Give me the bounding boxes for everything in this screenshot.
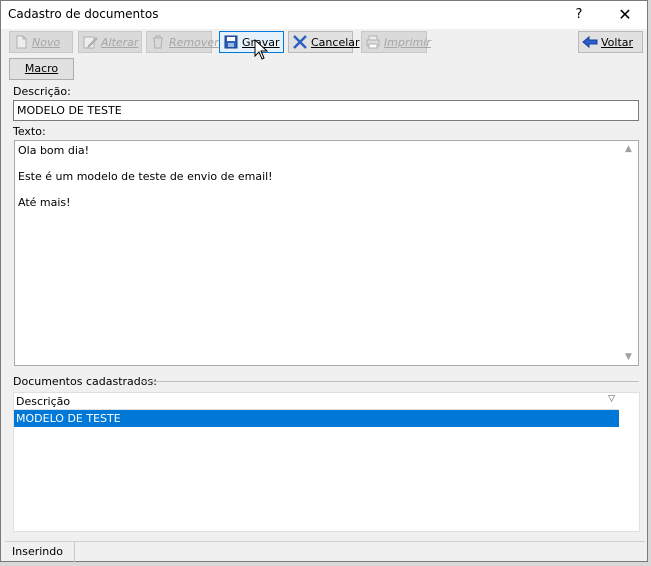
- printer-icon: [366, 35, 380, 49]
- cancelar-button[interactable]: Cancelar: [288, 31, 360, 53]
- status-text: Inserindo: [5, 542, 75, 562]
- help-button[interactable]: ?: [567, 4, 591, 26]
- status-bar: Inserindo: [5, 541, 645, 562]
- window-title: Cadastro de documentos: [8, 7, 159, 21]
- alterar-label: Alterar: [101, 35, 139, 49]
- remover-button[interactable]: Remover: [146, 31, 219, 53]
- texto-line: [18, 157, 273, 170]
- title-bar: Cadastro de documentos ? ✕: [1, 1, 647, 29]
- remover-label: Remover: [169, 35, 219, 49]
- window: Cadastro de documentos ? ✕ Novo Alterar …: [0, 0, 648, 562]
- group-divider: [141, 381, 639, 382]
- novo-label: Novo: [32, 35, 61, 49]
- texto-textarea[interactable]: Ola bom dia! Este é um modelo de teste d…: [14, 140, 639, 366]
- documentos-grid[interactable]: Descrição ▽ MODELO DE TESTE: [13, 392, 640, 532]
- texto-line: Até mais!: [18, 196, 71, 209]
- table-row[interactable]: MODELO DE TESTE: [14, 410, 619, 427]
- texto-label: Texto:: [13, 125, 46, 138]
- imprimir-button[interactable]: Imprimir: [361, 31, 431, 53]
- novo-button[interactable]: Novo: [9, 31, 73, 53]
- trash-icon: [153, 35, 163, 49]
- back-arrow-icon: [582, 35, 598, 49]
- scroll-down-icon[interactable]: ▼: [625, 352, 632, 362]
- voltar-button[interactable]: Voltar: [578, 31, 643, 53]
- macro-button[interactable]: Macro: [9, 58, 74, 80]
- new-document-icon: [16, 35, 27, 49]
- column-header-descricao[interactable]: Descrição ▽: [14, 393, 619, 410]
- documentos-group-label: Documentos cadastrados:: [13, 375, 157, 388]
- voltar-label: Voltar: [601, 35, 634, 49]
- filter-icon[interactable]: ▽: [608, 394, 615, 404]
- close-button[interactable]: ✕: [609, 4, 641, 26]
- scroll-up-icon[interactable]: ▲: [625, 144, 632, 154]
- texto-line: Ola bom dia!: [18, 144, 90, 157]
- imprimir-label: Imprimir: [384, 35, 431, 49]
- texto-scrollbar[interactable]: ▲ ▼: [621, 141, 638, 365]
- descricao-input[interactable]: [13, 100, 639, 121]
- column-header-label: Descrição: [16, 395, 71, 408]
- alterar-button[interactable]: Alterar: [78, 31, 142, 53]
- edit-icon: [83, 36, 98, 49]
- save-icon: [224, 35, 238, 49]
- texto-line: [18, 183, 273, 196]
- cancel-x-icon: [293, 35, 307, 49]
- texto-content: Ola bom dia! Este é um modelo de teste d…: [18, 144, 273, 209]
- descricao-label: Descrição:: [13, 85, 71, 98]
- gravar-button[interactable]: Gravar: [219, 31, 284, 53]
- mouse-cursor-icon: [254, 39, 268, 60]
- texto-line: Este é um modelo de teste de envio de em…: [18, 170, 273, 183]
- cancelar-label: Cancelar: [311, 35, 360, 49]
- toolbar: Novo Alterar Remover Gravar Cancelar Imp…: [1, 29, 647, 55]
